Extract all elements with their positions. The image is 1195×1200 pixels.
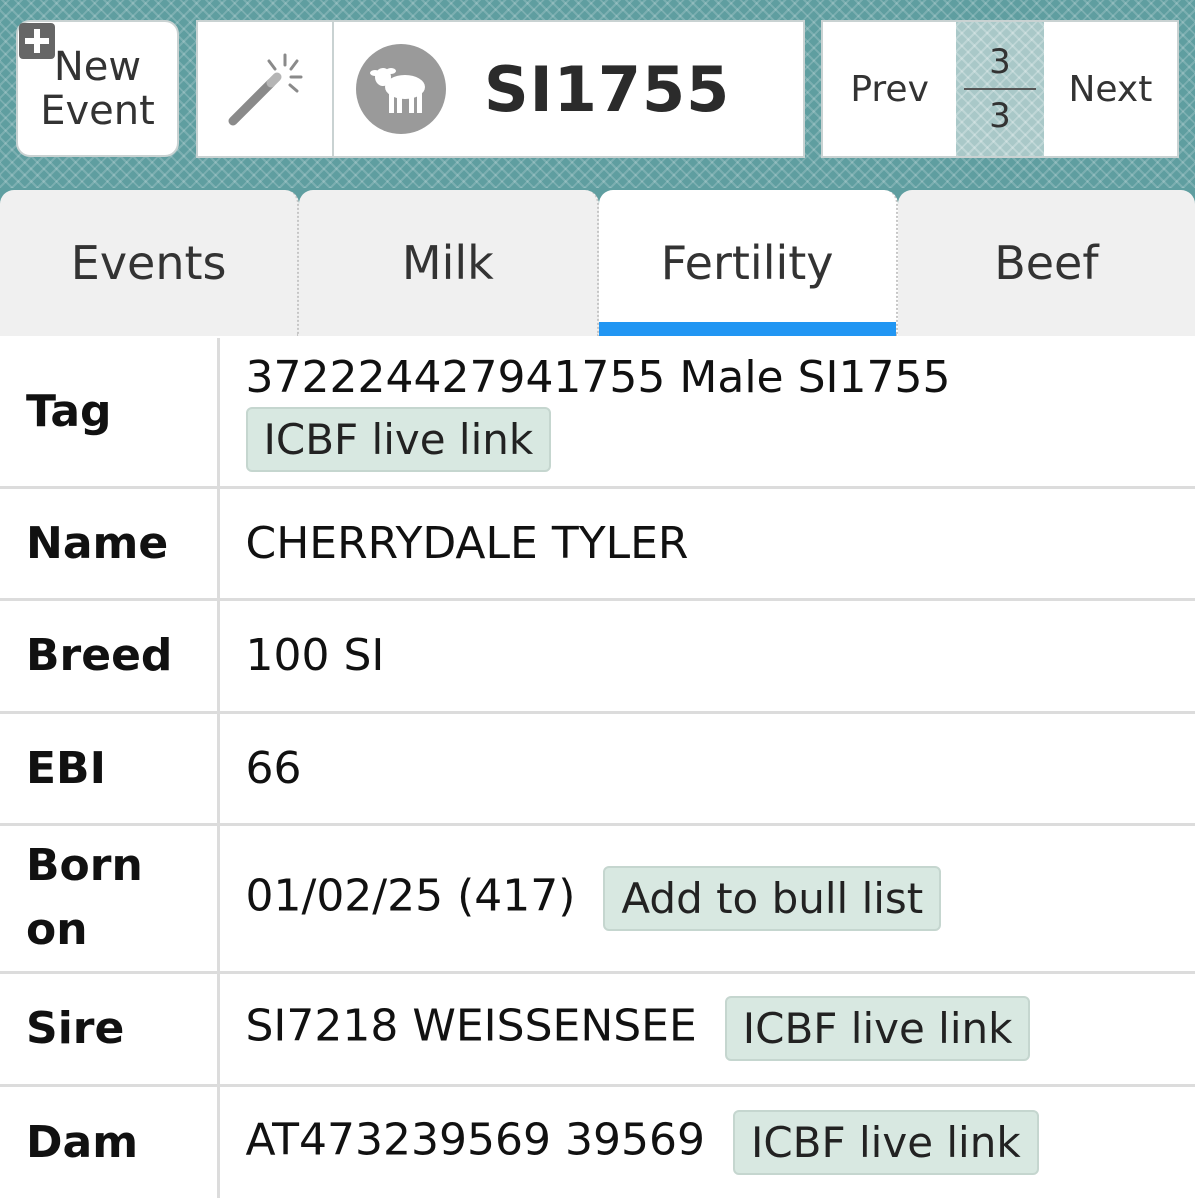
dam-cell: AT473239569 39569 ICBF live link [218,1083,1195,1198]
tab-bar: Events Milk Fertility Beef [0,188,1195,336]
born-on-label: Born on [0,822,220,972]
dam-label: Dam [0,1083,220,1198]
sire-cell: SI7218 WEISSENSEE ICBF live link [218,970,1195,1085]
table-row: Dam AT473239569 39569 ICBF live link [0,1083,1195,1198]
animal-details-table: Tag 372224427941755 Male SI1755 ICBF liv… [0,338,1195,1198]
born-label-line1: Born [26,840,143,891]
dam-value: AT473239569 39569 [245,1114,705,1166]
table-row: Breed 100 SI [0,597,1195,712]
new-event-button[interactable]: New Event [16,20,179,157]
name-value: CHERRYDALE TYLER [218,485,1195,599]
animal-id-title: SI1755 [484,52,731,126]
dam-icbf-link-button[interactable]: ICBF live link [732,1109,1039,1175]
breed-label: Breed [0,597,220,712]
add-to-bull-list-button[interactable]: Add to bull list [603,865,942,931]
tag-label: Tag [0,338,220,487]
sire-label: Sire [0,970,220,1085]
new-event-label-line2: Event [40,87,155,134]
sire-icbf-link-button[interactable]: ICBF live link [724,996,1031,1061]
active-tab-indicator [598,322,896,336]
breed-value: 100 SI [218,597,1195,712]
tab-events[interactable]: Events [0,190,300,336]
table-row: Tag 372224427941755 Male SI1755 ICBF liv… [0,338,1195,487]
plus-icon [19,23,55,59]
born-label-line2: on [26,904,88,955]
magic-wand-button[interactable] [196,20,334,158]
calf-icon [356,44,446,134]
tag-value: 372224427941755 Male SI1755 [245,351,951,403]
fraction-divider [964,88,1036,90]
top-toolbar: New Event SI1755 Prev 3 3 Next [0,0,1195,190]
table-row: EBI 66 [0,710,1195,824]
tag-icbf-link-button[interactable]: ICBF live link [245,406,552,472]
record-pager: Prev 3 3 Next [821,20,1179,158]
new-event-label-line1: New [53,43,142,90]
sire-value: SI7218 WEISSENSEE [245,1000,697,1052]
born-cell: 01/02/25 (417) Add to bull list [218,822,1195,972]
tab-milk[interactable]: Milk [299,190,599,336]
ebi-label: EBI [0,710,220,824]
page-counter: 3 3 [956,22,1044,156]
tab-beef[interactable]: Beef [897,190,1195,336]
page-current: 3 [989,42,1011,82]
magic-wand-icon [228,53,303,126]
tag-cell: 372224427941755 Male SI1755 ICBF live li… [218,338,1195,487]
animal-header: SI1755 [332,20,805,158]
tab-fertility[interactable]: Fertility [598,190,898,336]
ebi-value: 66 [218,710,1195,824]
table-row: Name CHERRYDALE TYLER [0,485,1195,599]
table-row: Born on 01/02/25 (417) Add to bull list [0,822,1195,972]
name-label: Name [0,485,220,599]
next-button[interactable]: Next [1044,22,1177,156]
tab-label: Beef [994,236,1099,290]
prev-button[interactable]: Prev [823,22,956,156]
tab-label: Milk [401,236,494,290]
table-row: Sire SI7218 WEISSENSEE ICBF live link [0,970,1195,1085]
tab-label: Events [70,236,227,290]
tab-label: Fertility [660,236,834,290]
born-value: 01/02/25 (417) [245,870,576,921]
page-total: 3 [989,96,1011,136]
